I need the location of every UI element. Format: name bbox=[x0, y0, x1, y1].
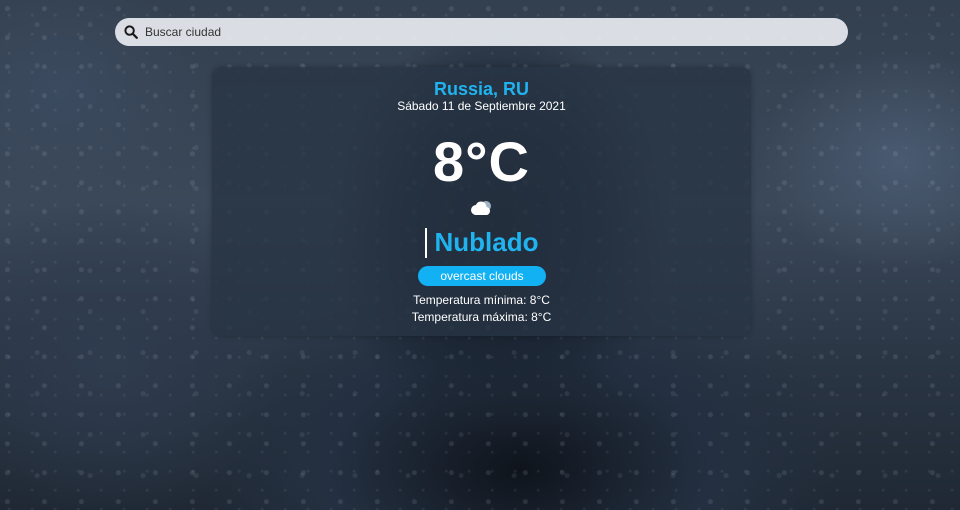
divider-bar bbox=[424, 227, 427, 258]
current-temperature: 8°C bbox=[433, 130, 530, 193]
search-icon[interactable] bbox=[123, 24, 139, 40]
search-bar[interactable] bbox=[115, 18, 848, 46]
condition-row: Nublado bbox=[212, 227, 751, 258]
weather-card: Russia, RU Sábado 11 de Septiembre 2021 … bbox=[212, 67, 751, 336]
cloud-icon bbox=[467, 198, 495, 218]
current-date: Sábado 11 de Septiembre 2021 bbox=[397, 99, 566, 113]
weather-condition: Nublado bbox=[434, 227, 539, 257]
description-badge: overcast clouds bbox=[418, 266, 546, 286]
min-temperature: Temperatura mínima: 8°C bbox=[413, 293, 550, 307]
max-temperature: Temperatura máxima: 8°C bbox=[411, 310, 552, 324]
city-name: Russia, RU bbox=[433, 79, 530, 99]
search-input[interactable] bbox=[145, 20, 825, 44]
